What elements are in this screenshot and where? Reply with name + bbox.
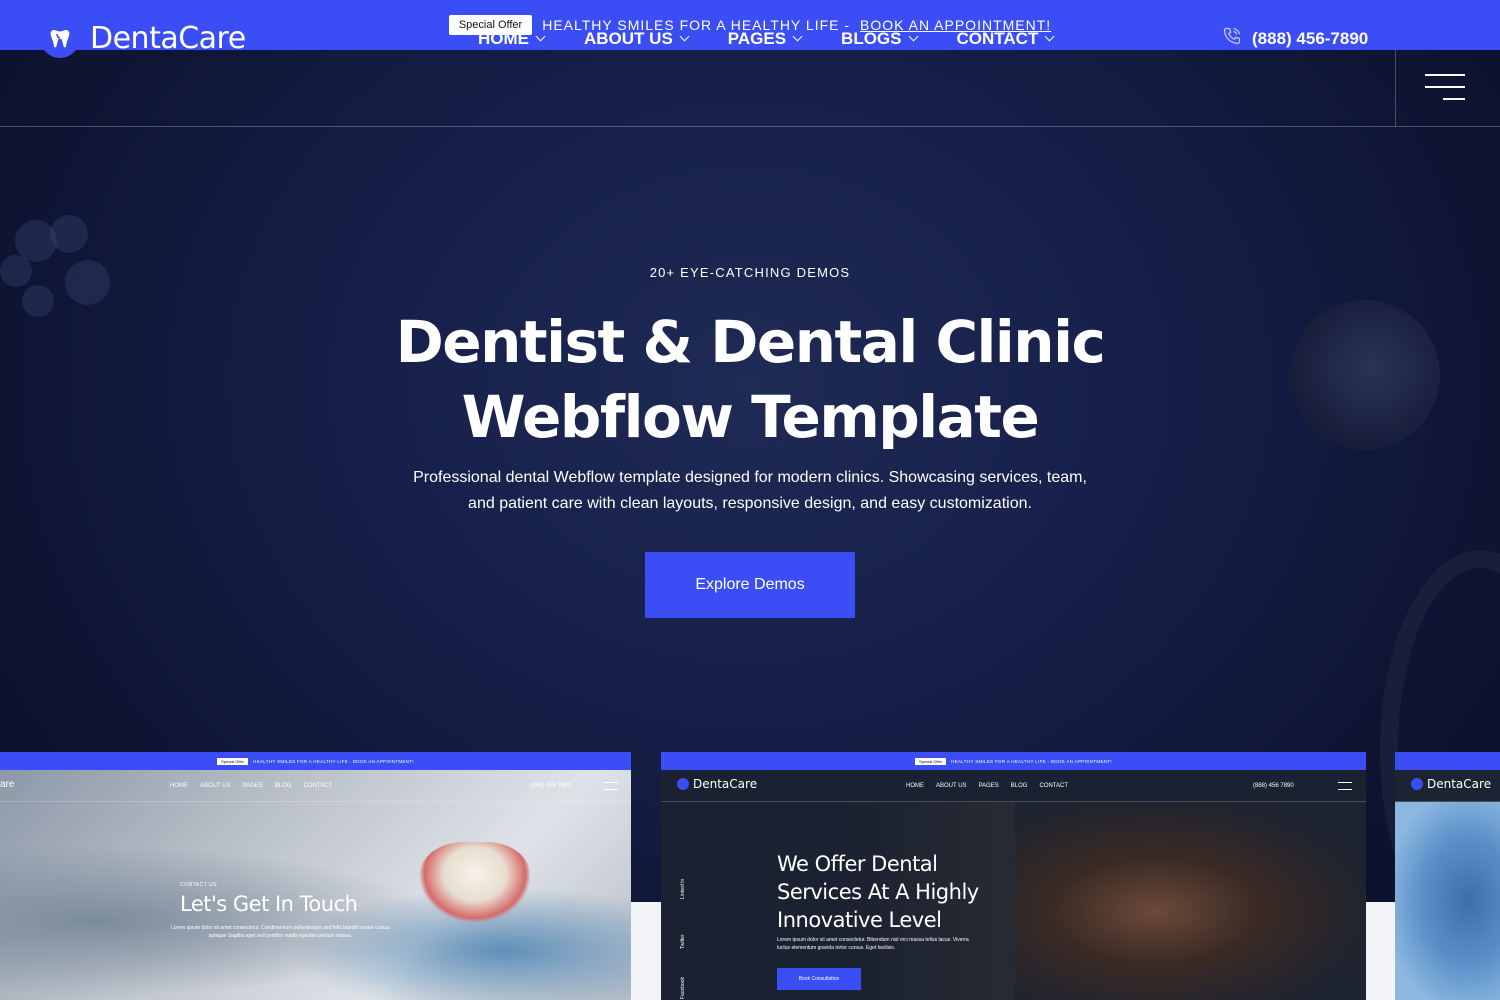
hero-title: Dentist & Dental Clinic Webflow Template (350, 305, 1150, 455)
preview-announcement-bar: Special Offer HEALTHY SMILES FOR A HEALT… (0, 752, 631, 770)
explore-demos-button[interactable]: Explore Demos (645, 552, 855, 618)
nav-item-home[interactable]: HOME (478, 28, 546, 49)
chevron-down-icon (535, 31, 546, 42)
preview-nav-item: ABOUT US (200, 783, 231, 789)
hamburger-menu-icon[interactable] (1425, 74, 1465, 102)
hero-title-line: Webflow Template (461, 383, 1040, 451)
tooth-icon (1411, 778, 1423, 790)
preview-social-links: Linked In Twitter Facebook (677, 872, 689, 1000)
nav-item-label: BLOGS (841, 28, 902, 48)
nav-item-blogs[interactable]: BLOGS (841, 28, 918, 49)
preview-announcement-text: HEALTHY SMILES FOR A HEALTHY LIFE - BOOK… (253, 758, 414, 764)
hero-description: Professional dental Webflow template des… (413, 469, 1087, 512)
preview-nav: HOME ABOUT US PAGES BLOG CONTACT (906, 770, 1068, 802)
hero-title-line: Dentist & Dental Clinic (395, 308, 1106, 376)
preview-menu-icon (1338, 782, 1352, 790)
preview-image (1015, 802, 1366, 1000)
pill-decoration (50, 215, 88, 253)
preview-phone: (888) 456 7890 (1253, 783, 1294, 789)
demo-preview-card[interactable]: Special Offer HEALTHY SMILES FOR A HEALT… (661, 752, 1366, 1000)
preview-announcement-bar (1395, 752, 1500, 770)
nav-item-label: ABOUT US (584, 28, 673, 48)
brand-logo[interactable]: DentaCare (40, 18, 246, 58)
preview-nav-item: HOME (170, 783, 188, 789)
preview-badge: Special Offer (217, 757, 249, 765)
header-divider (1395, 50, 1396, 127)
nav-item-label: HOME (478, 28, 529, 48)
preview-heading-line: We Offer Dental (777, 852, 938, 876)
preview-heading: Let's Get In Touch (180, 892, 358, 916)
tooth-icon (40, 18, 80, 58)
preview-eyebrow: CONTACT US (180, 882, 218, 888)
preview-nav-item: CONTACT (1039, 783, 1069, 789)
header-phone[interactable]: (888) 456-7890 (1222, 0, 1368, 77)
phone-number: (888) 456-7890 (1252, 28, 1369, 48)
brand-name: DentaCare (90, 20, 246, 56)
preview-menu-icon (604, 782, 618, 790)
preview-brand-name: DentaCare (1427, 777, 1492, 791)
preview-nav-item: PAGES (242, 783, 263, 789)
preview-announcement-bar: Special Offer HEALTHY SMILES FOR A HEALT… (661, 752, 1366, 770)
preview-header: DentaCare (1395, 770, 1500, 802)
preview-nav-item: BLOG (1010, 783, 1028, 789)
preview-nav-item: PAGES (978, 783, 999, 789)
hero-eyebrow: 20+ EYE-CATCHING DEMOS (649, 265, 851, 280)
pill-decoration (22, 285, 54, 317)
preview-image (1395, 802, 1500, 1000)
main-nav: HOME ABOUT US PAGES BLOGS CONTACT (478, 0, 1055, 77)
preview-cta: Book Consultation (777, 968, 861, 990)
preview-brand: DentaCare (1411, 777, 1491, 791)
demo-preview-card[interactable]: DentaCare (1395, 752, 1500, 1000)
preview-badge: Special Offer (915, 757, 947, 765)
preview-announcement-text: HEALTHY SMILES FOR A HEALTHY LIFE - BOOK… (951, 758, 1112, 764)
preview-brand-fragment: are (0, 779, 15, 790)
phone-icon (1222, 26, 1242, 51)
preview-nav: HOME ABOUT US PAGES BLOG CONTACT (170, 770, 332, 802)
nav-item-about-us[interactable]: ABOUT US (584, 28, 690, 49)
preview-body: Lorem ipsum dolor sit amet consectetur. … (777, 937, 969, 951)
preview-header: DentaCare HOME ABOUT US PAGES BLOG CONTA… (661, 770, 1366, 802)
preview-heading-line: Innovative Level (777, 908, 942, 932)
preview-social-twitter: Twitter (680, 934, 686, 949)
demo-preview-card[interactable]: Special Offer HEALTHY SMILES FOR A HEALT… (0, 752, 631, 1000)
preview-nav-item: BLOG (274, 783, 292, 789)
nav-item-label: PAGES (727, 28, 787, 48)
tooth-icon (677, 778, 689, 790)
preview-heading-line: Services At A Highly (777, 880, 979, 904)
nav-item-label: CONTACT (956, 28, 1039, 48)
stethoscope-decoration (1290, 300, 1440, 450)
preview-nav-item: ABOUT US (936, 783, 967, 789)
preview-nav-item: CONTACT (303, 783, 333, 789)
preview-social-linkedin: Linked In (680, 878, 686, 899)
nav-item-pages[interactable]: PAGES (727, 28, 803, 49)
preview-social-facebook: Facebook (680, 977, 686, 999)
preview-brand-name: DentaCare (693, 777, 758, 791)
preview-brand: DentaCare (677, 777, 757, 791)
chevron-down-icon (908, 31, 918, 42)
preview-phone: (888) 456 7890 (530, 783, 571, 789)
preview-heading: We Offer Dental Services At A Highly Inn… (777, 850, 1017, 934)
chevron-down-icon (792, 31, 803, 42)
preview-header: are HOME ABOUT US PAGES BLOG CONTACT (88… (0, 770, 631, 802)
preview-body: Lorem ipsum dolor sit amet consectetur. … (171, 925, 390, 939)
chevron-down-icon (1044, 31, 1055, 42)
nav-item-contact[interactable]: CONTACT (956, 28, 1055, 49)
chevron-down-icon (679, 31, 690, 42)
preview-nav-item: HOME (906, 783, 924, 789)
